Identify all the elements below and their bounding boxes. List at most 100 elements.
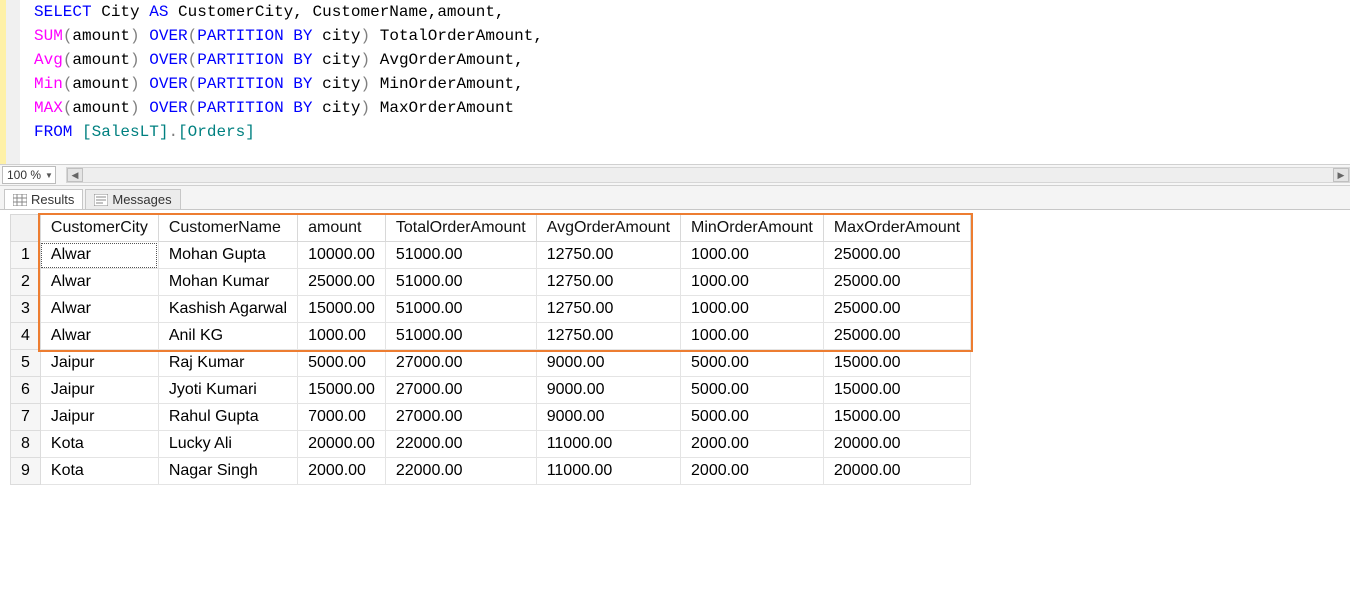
cell[interactable]: Raj Kumar [158,350,297,377]
table-row[interactable]: 3AlwarKashish Agarwal15000.0051000.00127… [11,296,971,323]
cell[interactable]: 20000.00 [823,431,970,458]
cell[interactable]: 12750.00 [536,269,680,296]
cell[interactable]: 5000.00 [681,350,824,377]
cell[interactable]: 27000.00 [385,404,536,431]
table-row[interactable]: 5JaipurRaj Kumar5000.0027000.009000.0050… [11,350,971,377]
cell[interactable]: 11000.00 [536,431,680,458]
cell[interactable]: 2000.00 [681,431,824,458]
cell[interactable]: 12750.00 [536,323,680,350]
cell[interactable]: Alwar [40,323,158,350]
cell[interactable]: Mohan Gupta [158,242,297,269]
cell[interactable]: 51000.00 [385,323,536,350]
cell[interactable]: Anil KG [158,323,297,350]
cell[interactable]: Mohan Kumar [158,269,297,296]
row-number-header [11,215,41,242]
cell[interactable]: 15000.00 [823,404,970,431]
cell[interactable]: 20000.00 [823,458,970,485]
cell[interactable]: 22000.00 [385,458,536,485]
cell[interactable]: 2000.00 [681,458,824,485]
cell[interactable]: 15000.00 [823,377,970,404]
tab-results-label: Results [31,192,74,207]
row-number-cell[interactable]: 4 [11,323,41,350]
cell[interactable]: 10000.00 [298,242,386,269]
cell[interactable]: Rahul Gupta [158,404,297,431]
cell[interactable]: 51000.00 [385,269,536,296]
cell[interactable]: Kashish Agarwal [158,296,297,323]
cell[interactable]: Jaipur [40,404,158,431]
table-row[interactable]: 4AlwarAnil KG1000.0051000.0012750.001000… [11,323,971,350]
tab-messages[interactable]: Messages [85,189,180,209]
grid-icon [13,194,27,206]
cell[interactable]: 51000.00 [385,242,536,269]
column-header[interactable]: MaxOrderAmount [823,215,970,242]
cell[interactable]: 1000.00 [681,323,824,350]
cell[interactable]: Jaipur [40,350,158,377]
cell[interactable]: 2000.00 [298,458,386,485]
cell[interactable]: 9000.00 [536,404,680,431]
cell[interactable]: 1000.00 [681,296,824,323]
cell[interactable]: 25000.00 [298,269,386,296]
cell[interactable]: Alwar [40,269,158,296]
cell[interactable]: 5000.00 [681,377,824,404]
table-row[interactable]: 9KotaNagar Singh2000.0022000.0011000.002… [11,458,971,485]
scroll-right-icon[interactable]: ▶ [1333,168,1349,182]
table-row[interactable]: 1AlwarMohan Gupta10000.0051000.0012750.0… [11,242,971,269]
cell[interactable]: 1000.00 [298,323,386,350]
cell[interactable]: Alwar [40,242,158,269]
cell[interactable]: 25000.00 [823,242,970,269]
cell[interactable]: 25000.00 [823,296,970,323]
cell[interactable]: 9000.00 [536,377,680,404]
cell[interactable]: 5000.00 [681,404,824,431]
cell[interactable]: Kota [40,458,158,485]
tab-results[interactable]: Results [4,189,83,209]
cell[interactable]: Kota [40,431,158,458]
cell[interactable]: 12750.00 [536,296,680,323]
cell[interactable]: Alwar [40,296,158,323]
cell[interactable]: 1000.00 [681,269,824,296]
cell[interactable]: 25000.00 [823,269,970,296]
cell[interactable]: 9000.00 [536,350,680,377]
row-number-cell[interactable]: 7 [11,404,41,431]
row-number-cell[interactable]: 8 [11,431,41,458]
row-number-cell[interactable]: 5 [11,350,41,377]
cell[interactable]: 15000.00 [823,350,970,377]
cell[interactable]: 12750.00 [536,242,680,269]
cell[interactable]: 1000.00 [681,242,824,269]
column-header[interactable]: CustomerName [158,215,297,242]
row-number-cell[interactable]: 6 [11,377,41,404]
row-number-cell[interactable]: 9 [11,458,41,485]
column-header[interactable]: amount [298,215,386,242]
cell[interactable]: Jyoti Kumari [158,377,297,404]
table-row[interactable]: 6JaipurJyoti Kumari15000.0027000.009000.… [11,377,971,404]
table-row[interactable]: 2AlwarMohan Kumar25000.0051000.0012750.0… [11,269,971,296]
table-row[interactable]: 8KotaLucky Ali20000.0022000.0011000.0020… [11,431,971,458]
cell[interactable]: 7000.00 [298,404,386,431]
cell[interactable]: Lucky Ali [158,431,297,458]
cell[interactable]: 11000.00 [536,458,680,485]
row-number-cell[interactable]: 1 [11,242,41,269]
cell[interactable]: 15000.00 [298,296,386,323]
column-header[interactable]: AvgOrderAmount [536,215,680,242]
cell[interactable]: 25000.00 [823,323,970,350]
cell[interactable]: 20000.00 [298,431,386,458]
row-number-cell[interactable]: 3 [11,296,41,323]
cell[interactable]: 27000.00 [385,350,536,377]
cell[interactable]: Jaipur [40,377,158,404]
sql-editor[interactable]: SELECT City AS CustomerCity, CustomerNam… [0,0,1350,164]
results-table[interactable]: CustomerCityCustomerNameamountTotalOrder… [10,214,971,485]
cell[interactable]: 22000.00 [385,431,536,458]
table-row[interactable]: 7JaipurRahul Gupta7000.0027000.009000.00… [11,404,971,431]
column-header[interactable]: CustomerCity [40,215,158,242]
scroll-left-icon[interactable]: ◀ [67,168,83,182]
cell[interactable]: Nagar Singh [158,458,297,485]
horizontal-scrollbar[interactable]: ◀ ▶ [66,167,1350,183]
cell[interactable]: 15000.00 [298,377,386,404]
column-header[interactable]: MinOrderAmount [681,215,824,242]
cell[interactable]: 5000.00 [298,350,386,377]
column-header[interactable]: TotalOrderAmount [385,215,536,242]
cell[interactable]: 51000.00 [385,296,536,323]
row-number-cell[interactable]: 2 [11,269,41,296]
sql-code[interactable]: SELECT City AS CustomerCity, CustomerNam… [20,0,545,164]
zoom-combo[interactable]: 100 % ▼ [2,166,56,184]
cell[interactable]: 27000.00 [385,377,536,404]
